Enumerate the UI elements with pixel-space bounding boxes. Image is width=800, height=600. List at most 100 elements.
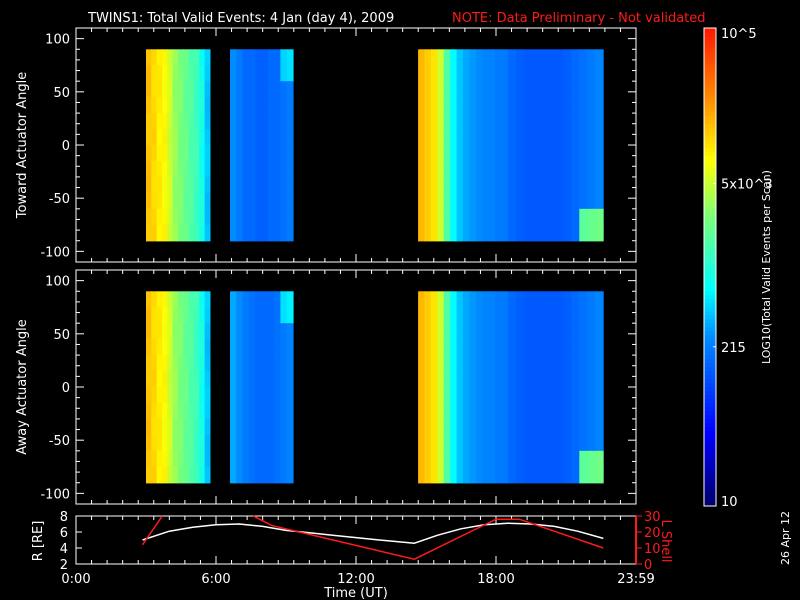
heatmap-cell (178, 323, 184, 340)
heatmap-cell (482, 49, 490, 66)
heatmap-cell (547, 81, 557, 98)
heatmap-cell (488, 434, 496, 452)
heatmap-cell (531, 323, 541, 340)
heatmap-cell (456, 81, 464, 98)
heatmap-cell (475, 49, 483, 66)
heatmap-cell (430, 355, 438, 372)
heatmap-cell (531, 224, 541, 242)
heatmap-cell (424, 208, 432, 226)
heatmap-cell (183, 323, 190, 340)
heatmap-cell (162, 192, 168, 210)
heatmap-cell (523, 224, 533, 242)
heatmap-cell (539, 145, 549, 162)
heatmap-cell (188, 339, 195, 356)
heatmap-cell (523, 403, 533, 420)
heatmap-cell (286, 145, 294, 162)
heatmap-cell (172, 113, 179, 130)
heatmap-cell (424, 224, 432, 242)
heatmap-cell (475, 387, 483, 404)
heatmap-cell (482, 323, 490, 340)
heatmap-cell (456, 113, 464, 130)
heatmap-cell (146, 418, 152, 436)
heatmap-cell (456, 192, 464, 210)
heatmap-cell (437, 323, 445, 340)
heatmap-cell (475, 161, 483, 178)
heatmap-cell (236, 355, 244, 372)
colorbar-swatch (704, 143, 716, 149)
colorbar-swatch (704, 119, 716, 125)
heatmap-cell (280, 371, 288, 388)
heatmap-cell (507, 466, 517, 484)
heatmap-cell (274, 192, 281, 210)
heatmap-cell (162, 355, 168, 372)
heatmap-cell (571, 113, 580, 130)
heatmap-cell (178, 466, 184, 484)
heatmap-cell (501, 65, 509, 82)
heatmap-cell (456, 291, 464, 308)
heatmap-cell (555, 97, 564, 114)
heatmap-cell (172, 65, 179, 82)
heatmap-cell (488, 97, 496, 114)
heatmap-cell (531, 176, 541, 194)
colorbar-swatch (704, 422, 716, 427)
heatmap-cell (501, 387, 509, 404)
heatmap-cell (151, 97, 158, 114)
heatmap-cell (274, 161, 281, 178)
heatmap-cell (242, 176, 250, 194)
heatmap-cell (242, 355, 250, 372)
heatmap-cell (482, 65, 490, 82)
colorbar-swatch (704, 95, 716, 101)
heatmap-cell (156, 192, 163, 210)
heatmap-cell (199, 403, 206, 420)
y-tick-label: 50 (53, 328, 70, 343)
heatmap-cell (495, 192, 503, 210)
heatmap-cell (267, 339, 275, 356)
heatmap-cell (555, 323, 564, 340)
heatmap-cell (267, 49, 275, 66)
colorbar-swatch (704, 386, 716, 392)
heatmap-cell (267, 113, 275, 130)
heatmap-cell (587, 65, 596, 82)
heatmap-cell (469, 291, 477, 308)
heatmap-cell (495, 466, 503, 484)
heatmap-cell (255, 450, 263, 468)
heatmap-cell (482, 434, 490, 452)
heatmap-cell (183, 192, 190, 210)
heatmap-cell (418, 355, 426, 372)
heatmap-cell (172, 323, 179, 340)
heatmap-cell (555, 208, 564, 226)
heatmap-cell (151, 355, 158, 372)
colorbar-swatch (704, 370, 716, 376)
heatmap-cell (230, 387, 237, 404)
heatmap-cell (539, 65, 549, 82)
heatmap-cell (547, 434, 557, 452)
heatmap-cell (595, 65, 604, 82)
colorbar-swatch (704, 271, 716, 276)
heatmap-cell (587, 307, 596, 324)
heatmap-cell (488, 466, 496, 484)
heatmap-cell (193, 65, 200, 82)
heatmap-cell (188, 192, 195, 210)
heatmap-cell (539, 434, 549, 452)
heatmap-cell (495, 418, 503, 436)
heatmap-cell (178, 418, 184, 436)
colorbar-swatch (704, 191, 716, 196)
heatmap-cell (579, 176, 588, 194)
heatmap-cell (507, 145, 517, 162)
heatmap-cell (507, 387, 517, 404)
heatmap-cell (418, 81, 426, 98)
heatmap-cell (450, 307, 458, 324)
heatmap-cell (463, 97, 470, 114)
heatmap-cell (167, 97, 174, 114)
heatmap-cell (463, 403, 470, 420)
colorbar-swatch (704, 151, 716, 157)
heatmap-cell (248, 307, 256, 324)
heatmap-cell (437, 161, 445, 178)
heatmap-cell (515, 224, 525, 242)
heatmap-cell (178, 161, 184, 178)
heatmap-cell (261, 176, 269, 194)
heatmap-cell (199, 97, 206, 114)
heatmap-cell (555, 403, 564, 420)
heatmap-cell (261, 291, 269, 308)
heatmap-cell (199, 307, 206, 324)
